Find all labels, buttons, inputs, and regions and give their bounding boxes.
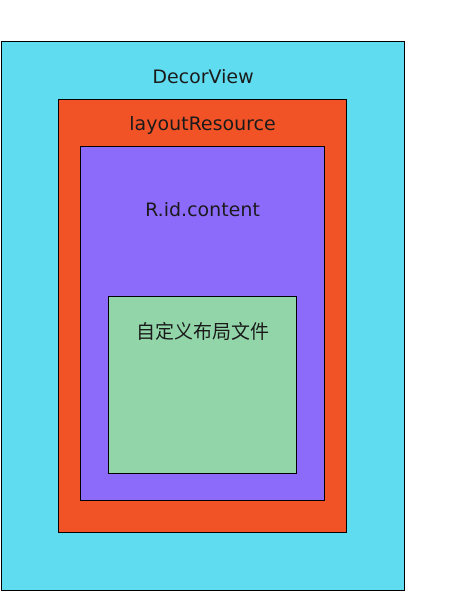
content-label: R.id.content [145, 199, 260, 221]
custom-layout-box: 自定义布局文件 [108, 296, 297, 474]
decor-view-label: DecorView [152, 66, 254, 88]
custom-layout-label: 自定义布局文件 [135, 321, 269, 343]
diagram-canvas: DecorView layoutResource R.id.content 自定… [0, 0, 450, 592]
layout-resource-label: layoutResource [129, 113, 276, 135]
